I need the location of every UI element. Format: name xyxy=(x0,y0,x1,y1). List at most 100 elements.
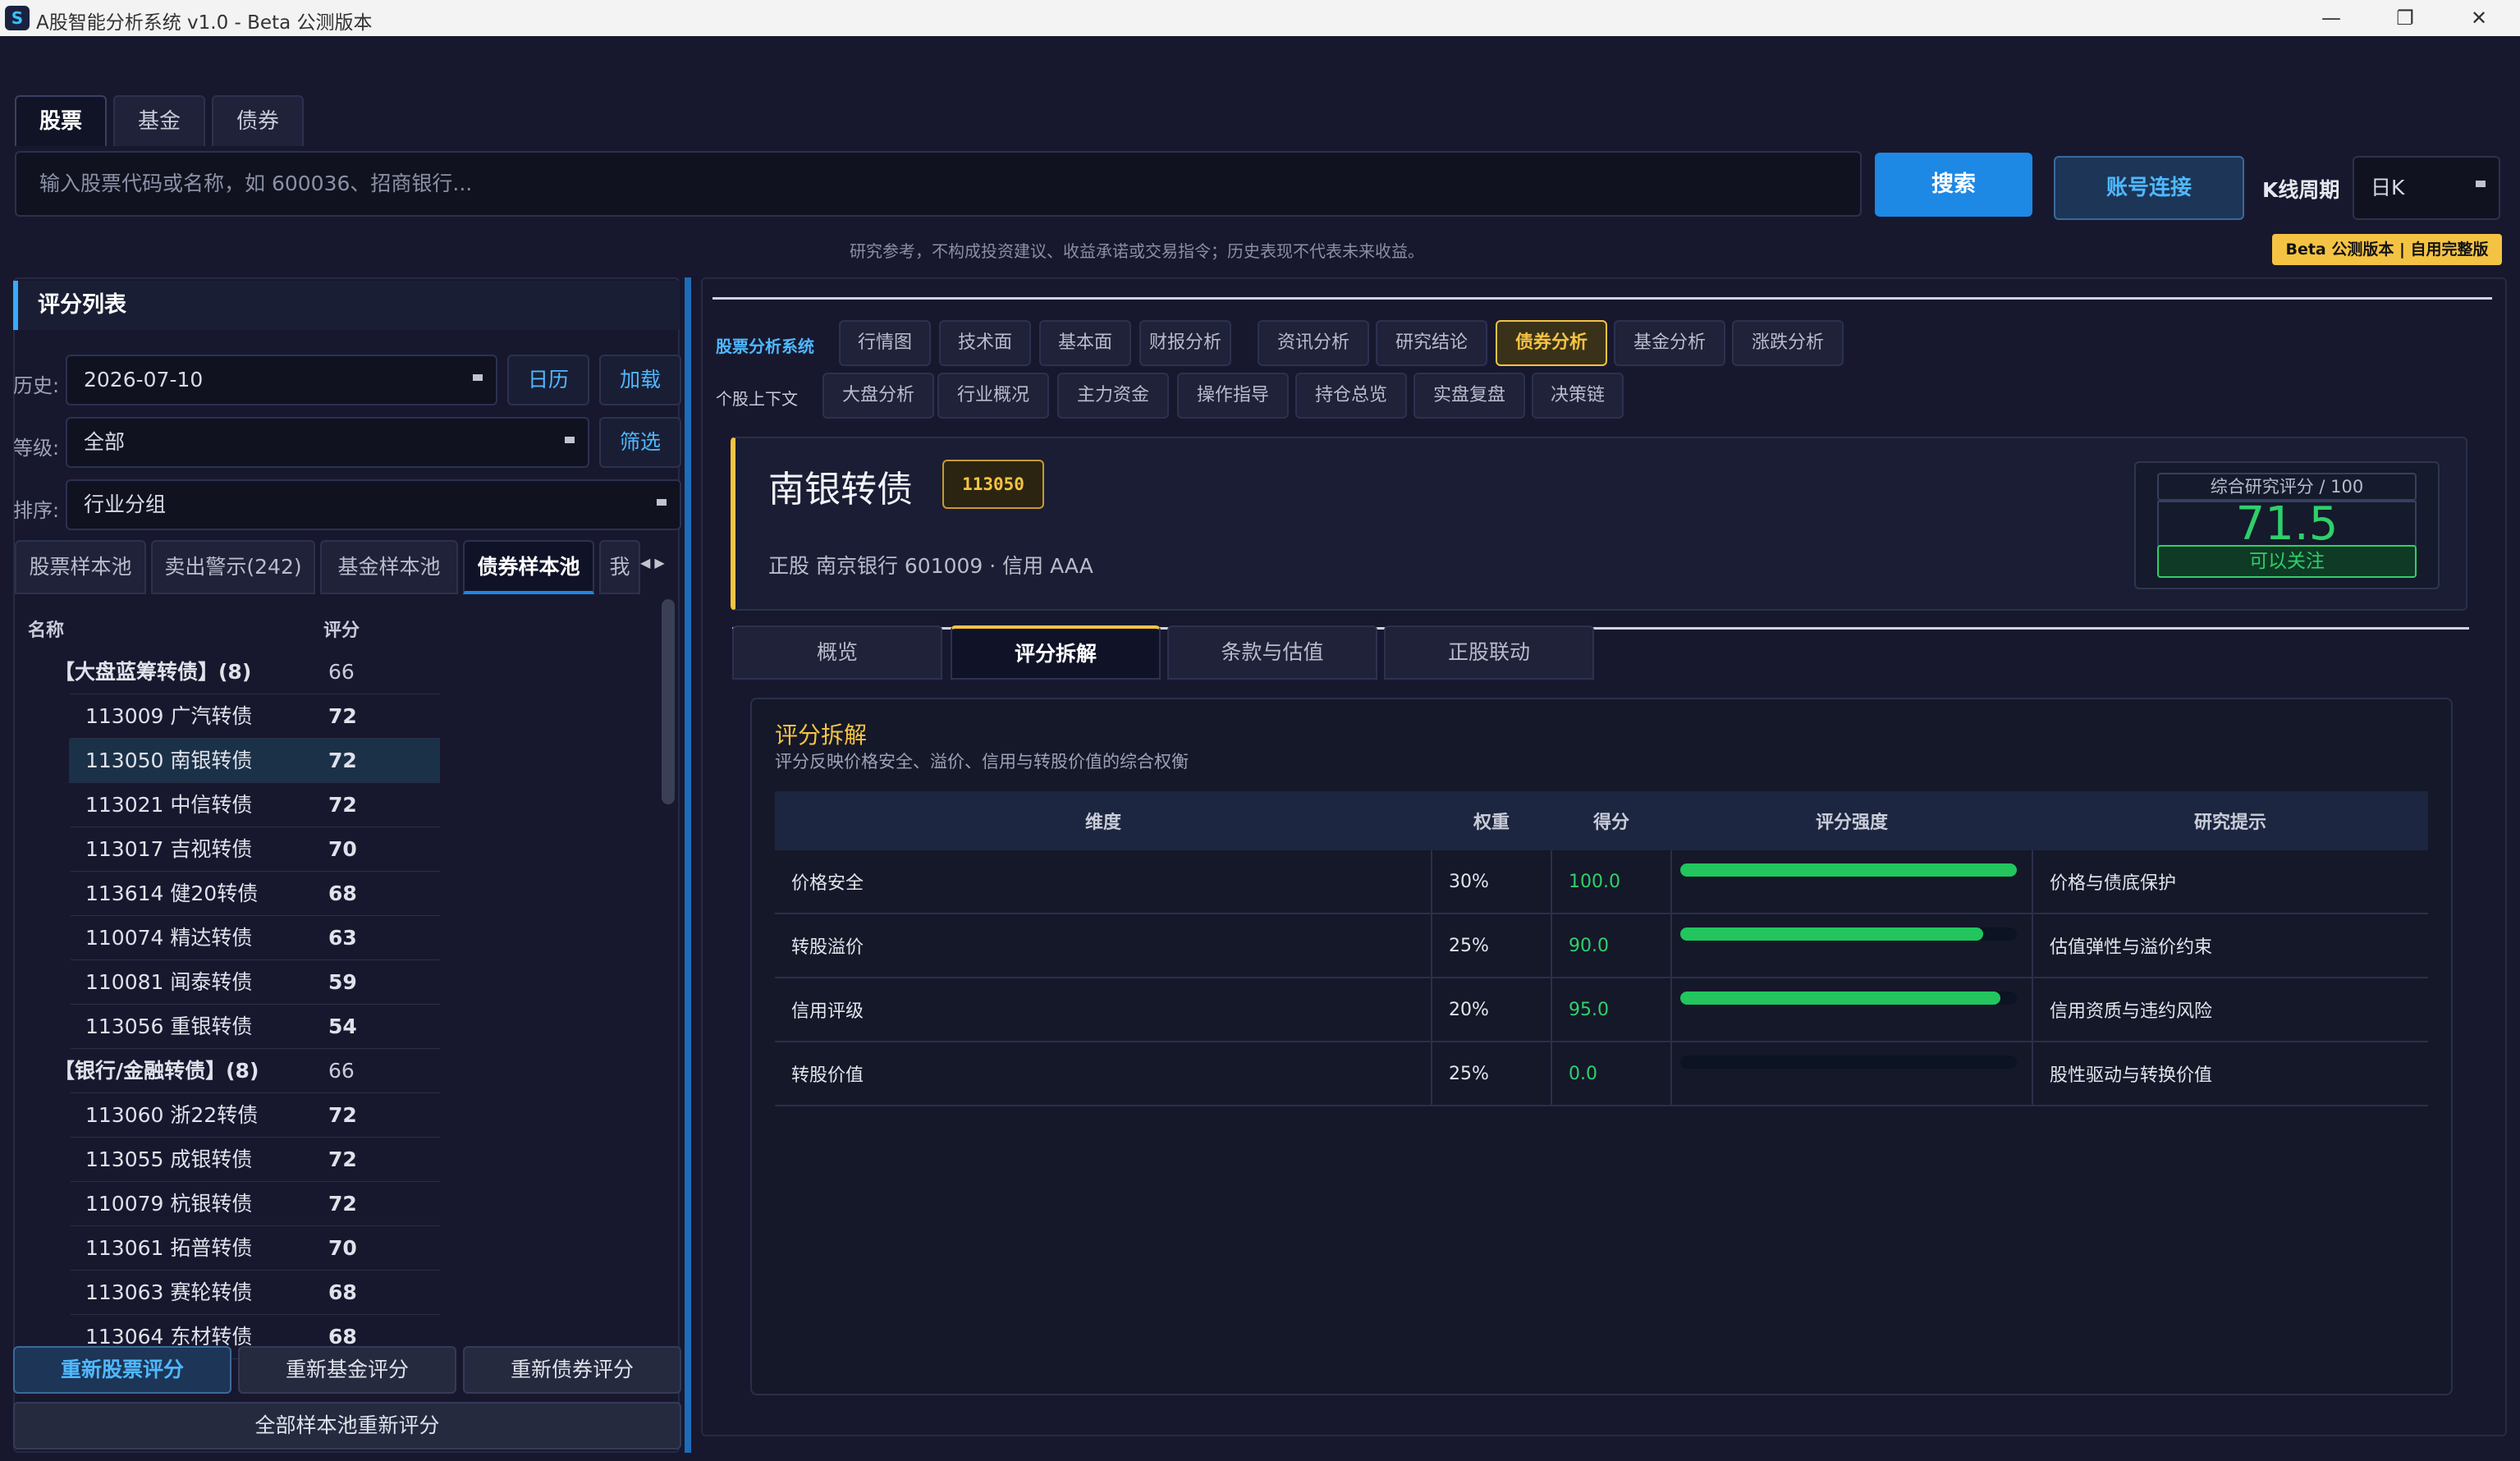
disclaimer-text: 研究参考，不构成投资建议、收益承诺或交易指令；历史表现不代表未来收益。 xyxy=(850,241,1424,261)
nav-tab-1[interactable]: 技术面 xyxy=(939,320,1031,366)
calendar-button[interactable]: 日历 xyxy=(507,355,589,405)
nav-section-label: 股票分析系统 xyxy=(716,337,814,356)
dimension-cell: 转股价值 xyxy=(775,1042,1432,1106)
verdict-badge: 可以关注 xyxy=(2157,545,2417,578)
nav-tab-7[interactable]: 基金分析 xyxy=(1614,320,1725,366)
nav-tab-5[interactable]: 研究结论 xyxy=(1376,320,1487,366)
tab-bond-pool[interactable]: 债券样本池 xyxy=(463,540,594,594)
minimize-icon[interactable]: — xyxy=(2298,0,2364,36)
beta-badge: Beta 公测版本 | 自用完整版 xyxy=(2272,234,2502,265)
tab-fund-pool[interactable]: 基金样本池 xyxy=(320,540,458,594)
sort-label: 排序: xyxy=(13,499,60,522)
list-item-name: 【大盘蓝筹转债】(8) xyxy=(54,660,252,684)
nav-tab-8[interactable]: 涨跌分析 xyxy=(1732,320,1844,366)
list-item[interactable]: 113050 南银转债 72 xyxy=(13,739,440,783)
sort-select[interactable]: 行业分组 xyxy=(66,479,681,530)
close-icon[interactable]: ✕ xyxy=(2446,0,2512,36)
list-item[interactable]: 113017 吉视转债 70 xyxy=(13,827,440,872)
nav-tab-2[interactable]: 基本面 xyxy=(1039,320,1131,366)
table-row: 价格安全 30% 100.0 价格与债底保护 xyxy=(775,850,2428,914)
context-tab-5[interactable]: 实盘复盘 xyxy=(1413,373,1525,419)
table-row: 信用评级 20% 95.0 信用资质与违约风险 xyxy=(775,978,2428,1042)
header-weight: 权重 xyxy=(1432,791,1551,850)
dropdown-icon xyxy=(657,499,667,506)
list-item-name: 113050 南银转债 xyxy=(85,749,253,772)
list-item-name: 【银行/金融转债】(8) xyxy=(54,1059,259,1083)
list-item-score: 66 xyxy=(328,1059,355,1083)
weight-cell: 30% xyxy=(1432,850,1552,914)
context-tab-6[interactable]: 决策链 xyxy=(1532,373,1624,419)
tab-terms-valuation[interactable]: 条款与估值 xyxy=(1167,625,1377,680)
list-item[interactable]: 110074 精达转债 63 xyxy=(13,916,440,960)
list-item[interactable]: 113061 拓普转债 70 xyxy=(13,1226,440,1271)
list-item-name: 110081 闻泰转债 xyxy=(85,970,253,994)
strength-cell xyxy=(1671,1042,2033,1106)
list-item[interactable]: 113056 重银转债 54 xyxy=(13,1005,440,1049)
tab-fund[interactable]: 基金 xyxy=(113,95,205,146)
tab-stock-linkage[interactable]: 正股联动 xyxy=(1384,625,1594,680)
score-breakdown-table: 维度 权重 得分 评分强度 研究提示 价格安全 30% 100.0 价格与债底保护 转股… xyxy=(775,791,2428,1106)
filter-button[interactable]: 筛选 xyxy=(599,417,681,468)
rescore-fund-button[interactable]: 重新基金评分 xyxy=(238,1346,456,1394)
nav-tab-0[interactable]: 行情图 xyxy=(839,320,931,366)
list-item[interactable]: 110079 杭银转债 72 xyxy=(13,1182,440,1226)
context-tab-0[interactable]: 大盘分析 xyxy=(822,373,934,419)
list-item[interactable]: 113060 浙22转债 72 xyxy=(13,1093,440,1138)
nav-tab-3[interactable]: 财报分析 xyxy=(1139,320,1231,366)
context-tab-1[interactable]: 行业概况 xyxy=(937,373,1049,419)
list-item[interactable]: 113055 成银转债 72 xyxy=(13,1138,440,1182)
column-name-header: 名称 xyxy=(28,621,65,641)
hint-cell: 信用资质与违约风险 xyxy=(2032,978,2428,1042)
strength-cell xyxy=(1671,978,2033,1042)
list-item[interactable]: 113021 中信转债 72 xyxy=(13,783,440,827)
tab-stock-pool[interactable]: 股票样本池 xyxy=(15,540,146,594)
tab-scroll-arrows-icon[interactable]: ◀ ▶ xyxy=(640,555,665,570)
load-button[interactable]: 加载 xyxy=(599,355,681,405)
kline-period-select[interactable]: 日K xyxy=(2353,156,2500,220)
list-item[interactable]: 113009 广汽转债 72 xyxy=(13,694,440,739)
tab-overview[interactable]: 概览 xyxy=(732,625,942,680)
list-item[interactable]: 110081 闻泰转债 59 xyxy=(13,960,440,1005)
grade-select[interactable]: 全部 xyxy=(66,417,589,468)
list-item-name: 113055 成银转债 xyxy=(85,1147,253,1171)
tab-mine[interactable]: 我 xyxy=(599,540,640,594)
score-cell: 90.0 xyxy=(1551,914,1672,978)
context-tab-4[interactable]: 持仓总览 xyxy=(1295,373,1407,419)
account-connect-button[interactable]: 账号连接 xyxy=(2054,156,2244,220)
table-row: 转股溢价 25% 90.0 估值弹性与溢价约束 xyxy=(775,914,2428,978)
bond-meta: 正股 南京银行 601009 · 信用 AAA xyxy=(768,554,1093,578)
rescore-stock-button[interactable]: 重新股票评分 xyxy=(13,1346,231,1394)
header-hint: 研究提示 xyxy=(2032,791,2428,850)
history-date-select[interactable]: 2026-07-10 xyxy=(66,355,497,405)
tab-sell-warning[interactable]: 卖出警示(242) xyxy=(151,540,315,594)
context-tab-2[interactable]: 主力资金 xyxy=(1057,373,1169,419)
tab-stock[interactable]: 股票 xyxy=(15,95,107,146)
table-row: 转股价值 25% 0.0 股性驱动与转换价值 xyxy=(775,1042,2428,1106)
tab-score-breakdown[interactable]: 评分拆解 xyxy=(951,625,1161,680)
header-dimension: 维度 xyxy=(775,791,1432,850)
list-item[interactable]: 113614 健20转债 68 xyxy=(13,872,440,916)
rescore-bond-button[interactable]: 重新债券评分 xyxy=(463,1346,681,1394)
context-tab-3[interactable]: 操作指导 xyxy=(1177,373,1289,419)
list-item-name: 113017 吉视转债 xyxy=(85,837,253,861)
nav-tab-6[interactable]: 债券分析 xyxy=(1496,320,1607,366)
list-scrollbar[interactable] xyxy=(662,599,675,804)
list-group-row[interactable]: 【大盘蓝筹转债】(8) 66 xyxy=(13,650,440,694)
list-group-row[interactable]: 【银行/金融转债】(8) 66 xyxy=(13,1049,440,1093)
nav-tab-4[interactable]: 资讯分析 xyxy=(1258,320,1369,366)
search-input[interactable]: 输入股票代码或名称，如 600036、招商银行... xyxy=(15,151,1862,217)
strength-cell xyxy=(1671,850,2033,914)
table-header-row: 维度 权重 得分 评分强度 研究提示 xyxy=(775,791,2428,850)
restore-icon[interactable]: ❐ xyxy=(2372,0,2438,36)
search-button[interactable]: 搜索 xyxy=(1875,153,2032,217)
grade-value: 全部 xyxy=(84,430,126,454)
list-item[interactable]: 113063 赛轮转债 68 xyxy=(13,1271,440,1315)
tab-bond[interactable]: 债券 xyxy=(212,95,304,146)
dropdown-icon xyxy=(565,437,575,443)
panel-splitter[interactable] xyxy=(685,277,691,1453)
weight-cell: 20% xyxy=(1432,978,1552,1042)
column-score-header: 评分 xyxy=(323,621,360,641)
bond-name: 南银转债 xyxy=(768,469,913,511)
rescore-all-button[interactable]: 全部样本池重新评分 xyxy=(13,1402,681,1450)
grade-label: 等级: xyxy=(13,437,60,460)
